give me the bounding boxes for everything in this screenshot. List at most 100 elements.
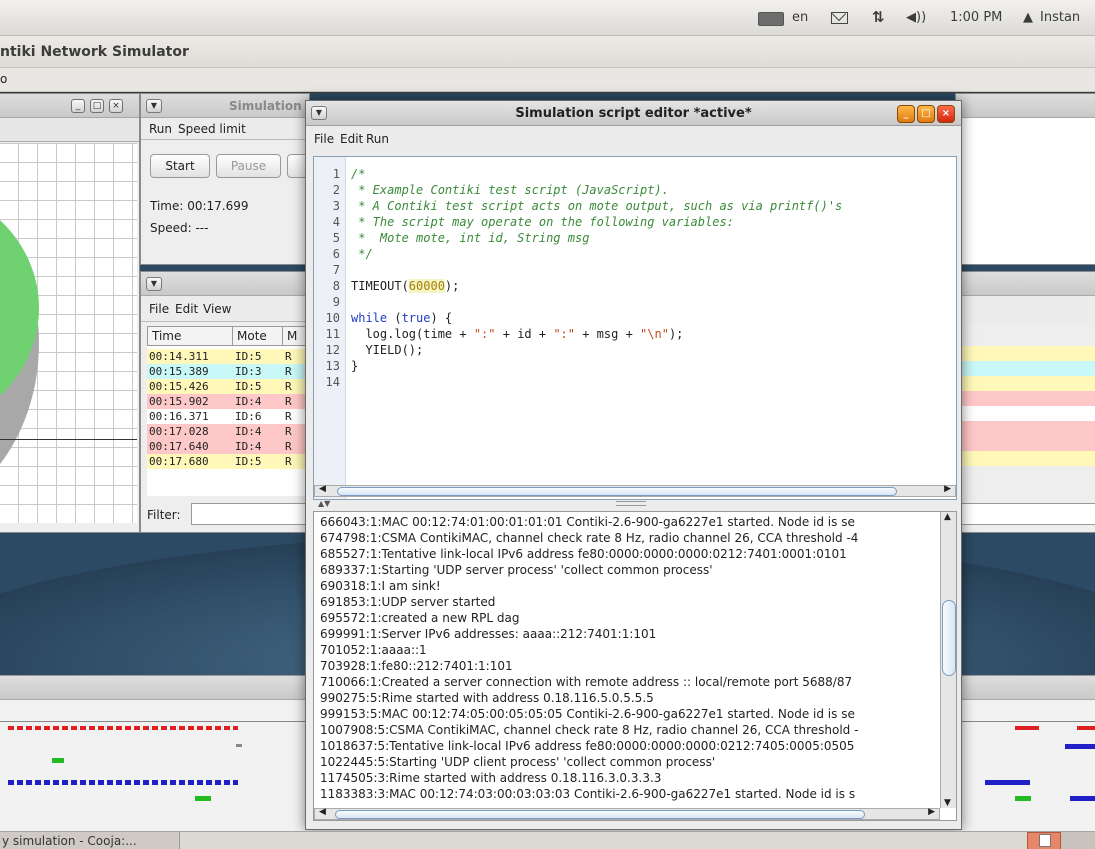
scroll-left-icon[interactable]: ◀ (319, 484, 326, 494)
menu-fragment[interactable]: o (0, 72, 7, 86)
sim-speed: Speed: --- (150, 221, 209, 235)
code-token: /* (351, 167, 366, 181)
sim-control-titlebar: ▼ Simulation (141, 94, 309, 118)
log-mote: ID:4 (235, 395, 262, 408)
scroll-right-icon[interactable]: ▶ (928, 807, 935, 817)
menu-file[interactable]: File (149, 302, 169, 316)
output-line: 1018637:5:Tentative link-local IPv6 addr… (320, 739, 855, 753)
vertical-scrollbar-thumb[interactable] (942, 600, 956, 676)
timeline-mark (985, 780, 1030, 785)
network-titlebar: _ □ × (0, 94, 139, 118)
window-menu-icon[interactable]: ▼ (146, 277, 162, 291)
right-upper-titlebar (956, 94, 1095, 118)
clock[interactable]: 1:00 PM (950, 10, 1002, 25)
code-text: * A Contiki test script acts on mote out… (351, 198, 842, 214)
window-menu-icon[interactable]: ▼ (146, 99, 162, 113)
right-upper-content (956, 118, 1095, 264)
language-indicator[interactable]: en (792, 10, 808, 25)
menu-speed-limit[interactable]: Speed limit (178, 122, 246, 136)
mote-output-window: ▼ File Edit View Time Mote M 00:14.311 ID… (140, 271, 310, 533)
log-table-body[interactable]: 00:14.311 ID:5 R 00:15.389 ID:3 R 00:15.426 ID:… (147, 346, 309, 496)
line-number: 14 (325, 375, 340, 389)
code-horizontal-scrollbar[interactable]: ◀ ▶ (314, 484, 956, 497)
output-line: 703928:1:fe80::212:7401:1:101 (320, 659, 513, 673)
log-row[interactable]: 00:14.311 ID:5 R (147, 349, 309, 364)
output-vertical-scrollbar[interactable]: ▲ ▼ (940, 512, 956, 808)
code-token: ); (444, 279, 460, 293)
log-row[interactable]: 00:15.426 ID:5 R (147, 379, 309, 394)
scroll-down-icon[interactable]: ▼ (944, 798, 951, 808)
log-message: R (285, 395, 292, 408)
start-button[interactable]: Start (150, 154, 210, 178)
network-icon[interactable]: ⇅ (872, 8, 885, 26)
log-row[interactable]: 00:15.389 ID:3 R (147, 364, 309, 379)
code-text: log.log(time + ":" + id + ":" + msg + "\… (351, 326, 683, 342)
volume-icon[interactable]: ◀)) (906, 10, 926, 25)
code-token: + id + (495, 327, 554, 341)
right-lower-titlebar (956, 272, 1095, 296)
log-row[interactable]: 00:17.028 ID:4 R (147, 424, 309, 439)
right-log-row (956, 346, 1095, 361)
close-icon[interactable]: × (109, 99, 123, 113)
menu-edit[interactable]: Edit (175, 302, 198, 316)
code-editor[interactable]: 1 /* 2 * Example Contiki test script (Java… (313, 156, 957, 500)
mail-icon[interactable] (831, 12, 848, 24)
trash-area[interactable] (1061, 832, 1095, 849)
keyboard-icon[interactable] (758, 12, 784, 26)
maximize-icon[interactable]: □ (90, 99, 104, 113)
scroll-right-icon[interactable]: ▶ (944, 484, 951, 494)
menu-run[interactable]: Run (366, 132, 389, 146)
script-output-log[interactable]: 666043:1:MAC 00:12:74:01:00:01:01:01 Con… (313, 511, 957, 821)
code-token: log.log(time + (351, 327, 474, 341)
column-message[interactable]: M (282, 327, 297, 345)
script-editor-window: ▼ Simulation script editor *active* _ □ … (305, 100, 962, 830)
scroll-up-icon[interactable]: ▲ (944, 512, 951, 522)
timeline-mark (52, 758, 64, 763)
code-token: */ (351, 247, 373, 261)
column-time[interactable]: Time (152, 329, 181, 343)
log-time: 00:17.028 (149, 425, 209, 438)
code-text: /* (351, 166, 365, 182)
taskbar-window-item[interactable]: y simulation - Cooja:... (0, 832, 180, 849)
filter-input[interactable] (191, 503, 309, 525)
output-horizontal-scrollbar[interactable]: ◀ ▶ (314, 807, 940, 820)
column-mote[interactable]: Mote (232, 327, 267, 345)
split-pane-divider[interactable] (616, 501, 646, 506)
minimize-icon[interactable]: _ (71, 99, 85, 113)
pause-button[interactable]: Pause (216, 154, 281, 178)
timeline-mark (236, 744, 242, 747)
scroll-left-icon[interactable]: ◀ (319, 807, 326, 817)
line-number: 2 (332, 183, 340, 197)
divider-arrows-icon[interactable]: ▲▼ (318, 499, 330, 508)
timeline-radio-activity (8, 780, 238, 785)
right-filter-input[interactable] (956, 503, 1095, 525)
log-time: 00:15.902 (149, 395, 209, 408)
close-icon[interactable]: × (937, 105, 955, 123)
scrollbar-thumb[interactable] (335, 810, 865, 819)
user-icon[interactable]: ▲ (1023, 10, 1033, 25)
menu-file[interactable]: File (314, 132, 334, 146)
menu-view[interactable]: View (203, 302, 231, 316)
log-row[interactable]: 00:16.371 ID:6 R (147, 409, 309, 424)
script-editor-titlebar[interactable]: ▼ Simulation script editor *active* _ □ … (306, 101, 961, 126)
network-canvas[interactable] (0, 143, 137, 523)
output-line: 1174505:3:Rime started with address 0.18… (320, 771, 662, 785)
user-name[interactable]: Instan (1040, 10, 1080, 25)
scrollbar-thumb[interactable] (337, 487, 897, 496)
log-row[interactable]: 00:15.902 ID:4 R (147, 394, 309, 409)
code-text: } (351, 358, 358, 374)
output-line: 710066:1:Created a server connection wit… (320, 675, 853, 689)
maximize-icon[interactable]: □ (917, 105, 935, 123)
minimize-icon[interactable]: _ (897, 105, 915, 123)
log-row[interactable]: 00:17.640 ID:4 R (147, 439, 309, 454)
menu-run[interactable]: Run (149, 122, 172, 136)
log-message: R (285, 365, 292, 378)
workspace-icon (1039, 834, 1051, 847)
log-row[interactable]: 00:17.680 ID:5 R (147, 454, 309, 469)
mote-output-titlebar: ▼ (141, 272, 309, 296)
right-window-upper (955, 93, 1095, 265)
workspace-switcher[interactable] (1027, 832, 1061, 849)
log-message: R (285, 440, 292, 453)
menu-edit[interactable]: Edit (340, 132, 363, 146)
code-text: * Mote mote, int id, String msg (351, 230, 589, 246)
